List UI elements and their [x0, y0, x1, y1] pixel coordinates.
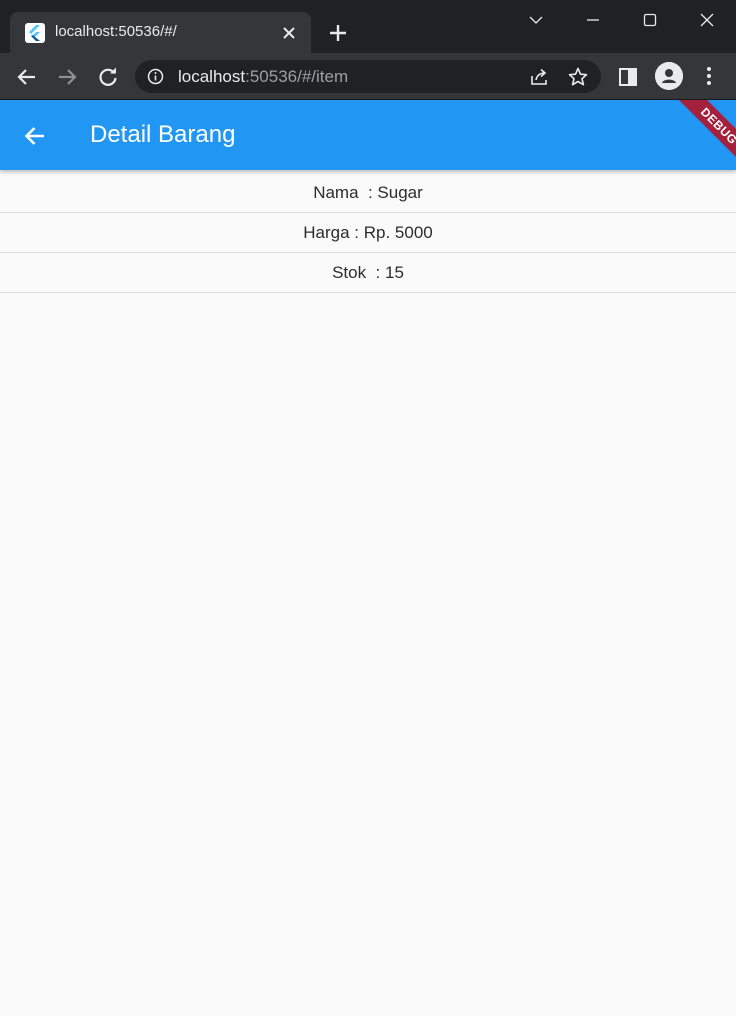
plus-icon[interactable]	[325, 20, 351, 46]
minimize-icon[interactable]	[578, 6, 608, 34]
close-icon[interactable]	[278, 22, 300, 44]
arrow-left-icon[interactable]	[12, 62, 42, 92]
address-bar[interactable]: localhost:50536/#/item	[135, 60, 601, 93]
tab-title: localhost:50536/#/	[55, 23, 177, 40]
arrow-right-icon[interactable]	[52, 62, 82, 92]
app-bar: Detail Barang DEBUG	[0, 100, 736, 170]
page-title: Detail Barang	[90, 121, 236, 148]
url-path: :50536/#/item	[245, 67, 349, 86]
debug-banner: DEBUG	[665, 100, 736, 170]
reload-icon[interactable]	[93, 62, 123, 92]
url-host: localhost	[178, 67, 246, 86]
info-icon[interactable]	[147, 68, 164, 85]
share-icon[interactable]	[528, 66, 550, 88]
url-text[interactable]: localhost:50536/#/item	[178, 67, 348, 87]
maximize-icon[interactable]	[635, 6, 665, 34]
browser-tab[interactable]: localhost:50536/#/	[10, 12, 311, 53]
flutter-logo-icon	[25, 23, 45, 43]
detail-row-nama: Nama : Sugar	[0, 173, 736, 213]
detail-row-stok: Stok : 15	[0, 253, 736, 293]
side-panel-icon[interactable]	[617, 66, 639, 88]
kebab-menu-icon[interactable]	[698, 64, 720, 88]
window-close-icon[interactable]	[692, 6, 722, 34]
profile-icon[interactable]	[655, 62, 683, 90]
detail-list: Nama : Sugar Harga : Rp. 5000 Stok : 15	[0, 173, 736, 293]
arrow-left-icon[interactable]	[20, 121, 50, 151]
chevron-down-icon[interactable]	[521, 6, 551, 34]
detail-row-harga: Harga : Rp. 5000	[0, 213, 736, 253]
browser-tabstrip: localhost:50536/#/	[0, 0, 736, 53]
browser-toolbar: localhost:50536/#/item	[0, 53, 736, 100]
star-icon[interactable]	[567, 66, 589, 88]
